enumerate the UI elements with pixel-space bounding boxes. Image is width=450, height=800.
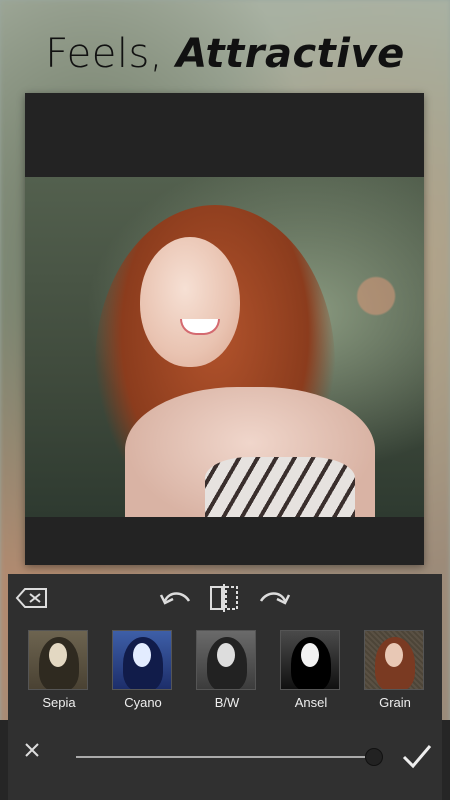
filter-label: Sepia <box>42 695 76 710</box>
photo-canvas <box>25 93 424 565</box>
intensity-slider-track[interactable] <box>76 756 374 758</box>
filter-label: Ansel <box>294 695 328 710</box>
edited-photo[interactable] <box>25 177 424 517</box>
filter-ansel[interactable]: Ansel <box>280 630 342 710</box>
filter-cyano[interactable]: Cyano <box>112 630 174 710</box>
filter-grain[interactable]: Grain <box>364 630 426 710</box>
bottom-bar <box>8 720 442 800</box>
check-icon[interactable] <box>401 742 433 770</box>
filter-thumb <box>280 630 340 690</box>
close-icon[interactable] <box>22 740 42 760</box>
filter-thumb <box>364 630 424 690</box>
redo-icon[interactable] <box>254 584 294 612</box>
undo-icon[interactable] <box>156 584 196 612</box>
filter-sepia[interactable]: Sepia <box>28 630 90 710</box>
headline-bold: Attractive <box>176 31 405 77</box>
filter-bw[interactable]: B/W <box>196 630 258 710</box>
filter-strip: Sepia Cyano B/W Ansel Grain <box>8 630 442 710</box>
filter-thumb <box>196 630 256 690</box>
filter-label: Cyano <box>124 695 162 710</box>
intensity-slider-thumb[interactable] <box>365 748 383 766</box>
filter-label: Grain <box>379 695 411 710</box>
filter-tray: Sepia Cyano B/W Ansel Grain <box>8 574 442 720</box>
filter-thumb <box>112 630 172 690</box>
backspace-icon[interactable] <box>14 584 50 612</box>
filter-thumb <box>28 630 88 690</box>
headline-light: Feels, <box>45 31 177 77</box>
filter-label: B/W <box>214 695 240 710</box>
promo-headline: Feels, Attractive <box>0 28 450 78</box>
edit-toolbar <box>8 574 442 622</box>
compare-icon[interactable] <box>206 580 242 616</box>
